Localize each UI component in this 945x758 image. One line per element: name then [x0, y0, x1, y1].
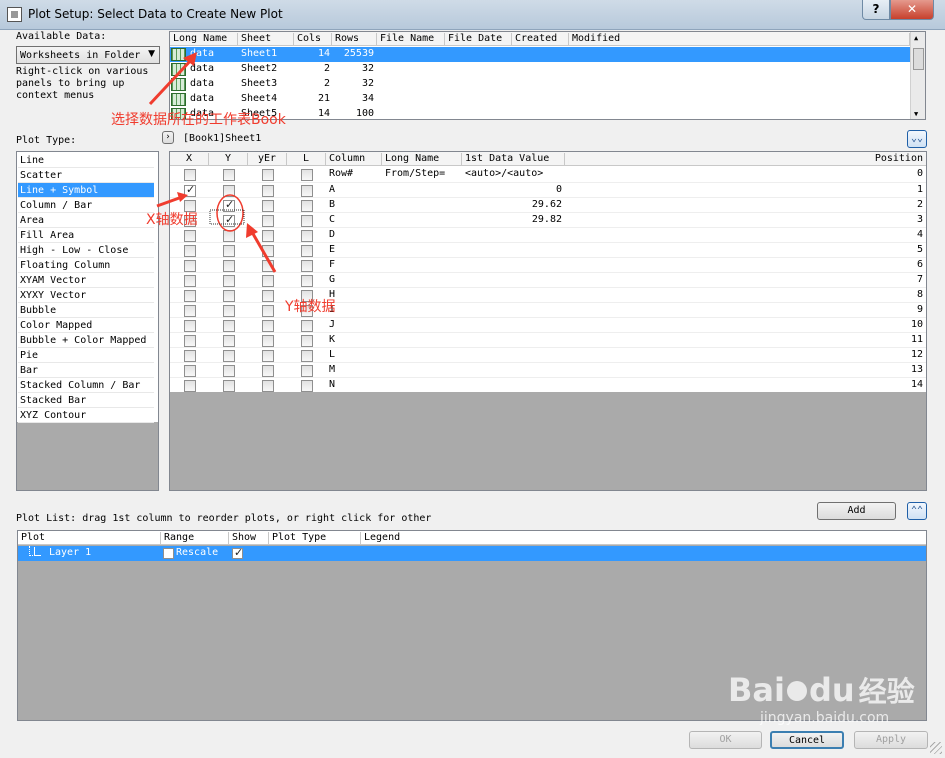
annotation-y: Y轴数据	[285, 299, 336, 315]
annotation-book: 选择数据所在的工作表Book	[111, 112, 286, 128]
annotation-x: X轴数据	[146, 212, 198, 228]
watermark-brand: Bai	[728, 671, 785, 709]
watermark-brand2: du	[808, 671, 855, 709]
paw-icon	[786, 681, 807, 701]
watermark-cn: 经验	[858, 675, 915, 708]
watermark-url: jingyan.baidu.com	[760, 710, 890, 726]
watermark-logo: Bai du 经验	[728, 670, 915, 710]
